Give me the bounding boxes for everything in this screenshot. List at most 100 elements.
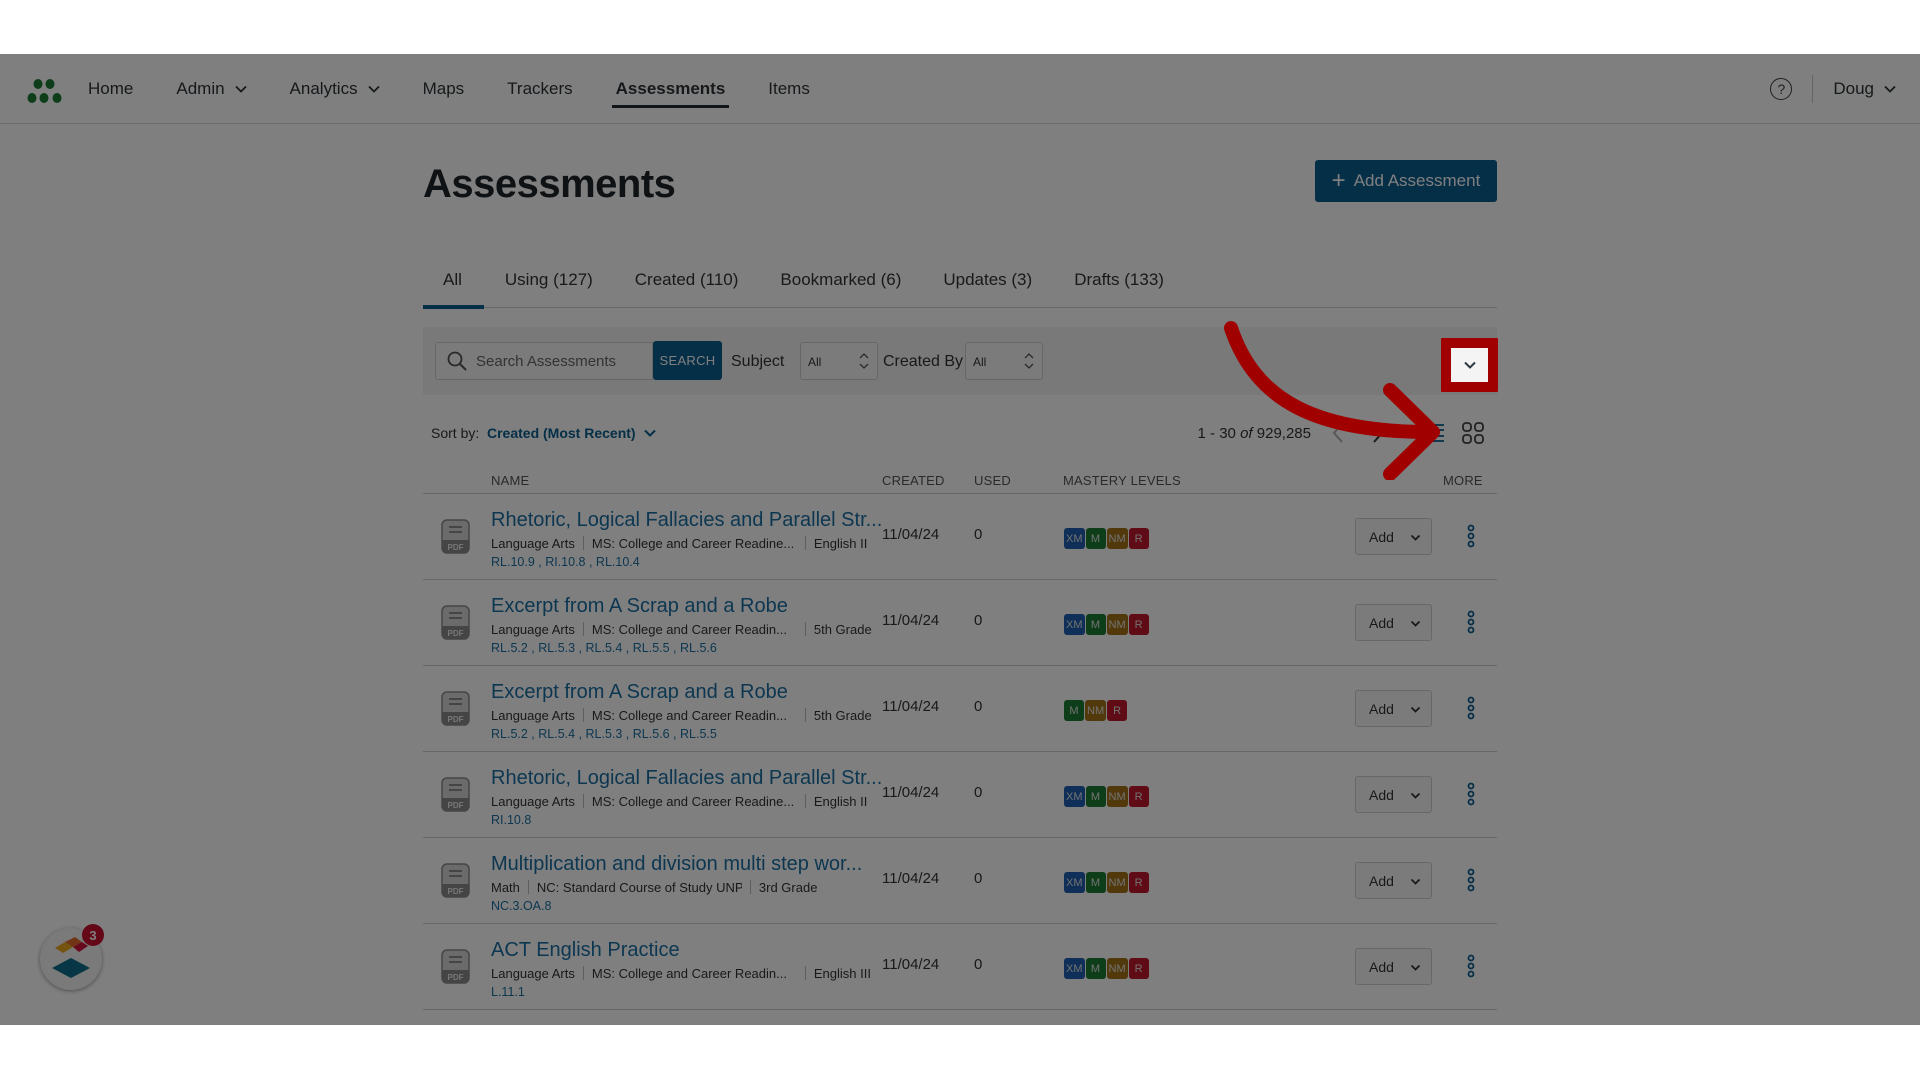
- svg-text:PDF: PDF: [448, 887, 464, 896]
- tab-updates[interactable]: Updates (3): [922, 264, 1053, 308]
- mastery-badge-m: M: [1085, 528, 1106, 549]
- standards-links[interactable]: L.11.1: [491, 985, 525, 999]
- used-count: 0: [974, 698, 983, 715]
- annotation-arrow-icon: [1224, 321, 1440, 480]
- search-icon: [447, 351, 467, 371]
- tab-using[interactable]: Using (127): [484, 264, 614, 308]
- assessment-title-link[interactable]: Multiplication and division multi step w…: [491, 853, 862, 876]
- assessment-meta: Language Arts MS: College and Career Rea…: [491, 708, 872, 723]
- nav-item-maps[interactable]: Maps: [423, 54, 465, 124]
- add-dropdown-button[interactable]: Add: [1355, 518, 1432, 555]
- add-dropdown-button[interactable]: Add: [1355, 604, 1432, 641]
- used-count: 0: [974, 612, 983, 629]
- more-options-icon[interactable]: [1466, 868, 1476, 892]
- sort-label: Sort by:: [431, 425, 480, 441]
- standards-links[interactable]: RL.10.9 , RI.10.8 , RL.10.4: [491, 555, 640, 569]
- mastery-badge-nm: NM: [1106, 786, 1128, 807]
- divider: [582, 708, 584, 722]
- chevron-down-icon: [1463, 361, 1476, 369]
- nav-item-assessments[interactable]: Assessments: [611, 54, 729, 124]
- mastery-badge-r: R: [1128, 528, 1149, 549]
- search-button[interactable]: SEARCH: [653, 341, 722, 380]
- table-row: PDF Rhetoric, Logical Fallacies and Para…: [423, 752, 1497, 838]
- mastery-badge-m: M: [1085, 786, 1106, 807]
- standards-links[interactable]: RL.5.2 , RL.5.3 , RL.5.4 , RL.5.5 , RL.5…: [491, 641, 717, 655]
- subject-select[interactable]: All: [800, 342, 878, 380]
- mastery-badge-nm: NM: [1106, 528, 1128, 549]
- assessment-title-link[interactable]: Excerpt from A Scrap and a Robe: [491, 681, 788, 704]
- column-used[interactable]: USED: [974, 473, 1011, 488]
- logo-icon[interactable]: [26, 76, 66, 106]
- help-widget[interactable]: 3: [40, 924, 104, 990]
- nav-item-items[interactable]: Items: [768, 54, 810, 124]
- mastery-levels: M NM R: [1064, 700, 1128, 721]
- more-options-icon[interactable]: [1466, 524, 1476, 548]
- nav-item-trackers[interactable]: Trackers: [507, 54, 573, 124]
- grade: English II: [813, 794, 868, 809]
- standard-set: MS: College and Career Readin...: [591, 966, 787, 981]
- chevron-down-icon: [643, 429, 656, 437]
- standards-links[interactable]: RL.5.2 , RL.5.4 , RL.5.3 , RL.5.6 , RL.5…: [491, 727, 717, 741]
- plus-icon: +: [1331, 167, 1346, 194]
- pdf-icon: PDF: [441, 863, 470, 898]
- standards-links[interactable]: NC.3.OA.8: [491, 899, 551, 913]
- standard-set: MS: College and Career Readin...: [591, 622, 787, 637]
- assessment-tabs: All Using (127) Created (110) Bookmarked (6…: [423, 264, 1497, 309]
- created-date: 11/04/24: [882, 956, 940, 973]
- chevron-down-icon: [1410, 878, 1421, 885]
- add-label: Add: [1369, 614, 1394, 631]
- pdf-icon: PDF: [441, 949, 470, 984]
- assessment-list: PDF Rhetoric, Logical Fallacies and Para…: [423, 494, 1497, 1010]
- svg-text:PDF: PDF: [448, 629, 464, 638]
- column-created[interactable]: CREATED: [882, 473, 945, 488]
- help-icon[interactable]: ?: [1770, 78, 1793, 100]
- grade: 5th Grade: [813, 622, 872, 637]
- tab-all[interactable]: All: [423, 264, 484, 309]
- created-date: 11/04/24: [882, 612, 940, 629]
- more-options-icon[interactable]: [1466, 610, 1476, 634]
- assessment-title-link[interactable]: Excerpt from A Scrap and a Robe: [491, 595, 788, 618]
- chevron-down-icon: [1410, 792, 1421, 799]
- more-options-icon[interactable]: [1466, 782, 1476, 806]
- sort-dropdown[interactable]: Created (Most Recent): [487, 425, 656, 441]
- add-label: Add: [1369, 528, 1394, 545]
- tab-bookmarked[interactable]: Bookmarked (6): [759, 264, 922, 308]
- mastery-levels: XM M NM R: [1064, 786, 1150, 807]
- add-label: Add: [1369, 958, 1394, 975]
- assessment-title-link[interactable]: ACT English Practice: [491, 939, 680, 962]
- chevron-down-icon: [1410, 620, 1421, 627]
- add-dropdown-button[interactable]: Add: [1355, 948, 1432, 985]
- standards-links[interactable]: RI.10.8: [491, 813, 531, 827]
- created-by-select[interactable]: All: [965, 342, 1043, 380]
- grid-view-icon[interactable]: [1461, 421, 1485, 445]
- search-input[interactable]: [476, 352, 646, 370]
- assessment-title-link[interactable]: Rhetoric, Logical Fallacies and Parallel…: [491, 767, 882, 790]
- divider: [749, 880, 751, 894]
- add-assessment-button[interactable]: + Add Assessment: [1315, 160, 1497, 202]
- nav-item-admin[interactable]: Admin: [176, 54, 247, 124]
- divider: [804, 794, 806, 808]
- nav-item-home[interactable]: Home: [88, 54, 133, 124]
- grade: 5th Grade: [813, 708, 872, 723]
- user-menu[interactable]: Doug: [1833, 79, 1896, 99]
- more-options-icon[interactable]: [1466, 954, 1476, 978]
- nav-item-analytics[interactable]: Analytics: [290, 54, 380, 124]
- mastery-badge-nm: NM: [1106, 958, 1128, 979]
- tab-created[interactable]: Created (110): [614, 264, 760, 308]
- assessment-title-link[interactable]: Rhetoric, Logical Fallacies and Parallel…: [491, 509, 882, 532]
- table-row: PDF Rhetoric, Logical Fallacies and Para…: [423, 494, 1497, 580]
- standard-set: NC: Standard Course of Study UNPACK...: [536, 880, 742, 895]
- subject: Language Arts: [491, 622, 575, 637]
- assessment-meta: Language Arts MS: College and Career Rea…: [491, 966, 871, 981]
- add-dropdown-button[interactable]: Add: [1355, 862, 1432, 899]
- add-dropdown-button[interactable]: Add: [1355, 690, 1432, 727]
- tab-drafts[interactable]: Drafts (133): [1053, 264, 1185, 308]
- table-row: PDF Excerpt from A Scrap and a Robe Lang…: [423, 580, 1497, 666]
- column-name[interactable]: NAME: [491, 473, 529, 488]
- mastery-levels: XM M NM R: [1064, 614, 1150, 635]
- add-dropdown-button[interactable]: Add: [1355, 776, 1432, 813]
- subject-value: All: [808, 355, 822, 369]
- assessment-meta: Language Arts MS: College and Career Rea…: [491, 536, 867, 551]
- expand-filters-button[interactable]: [1451, 348, 1488, 382]
- more-options-icon[interactable]: [1466, 696, 1476, 720]
